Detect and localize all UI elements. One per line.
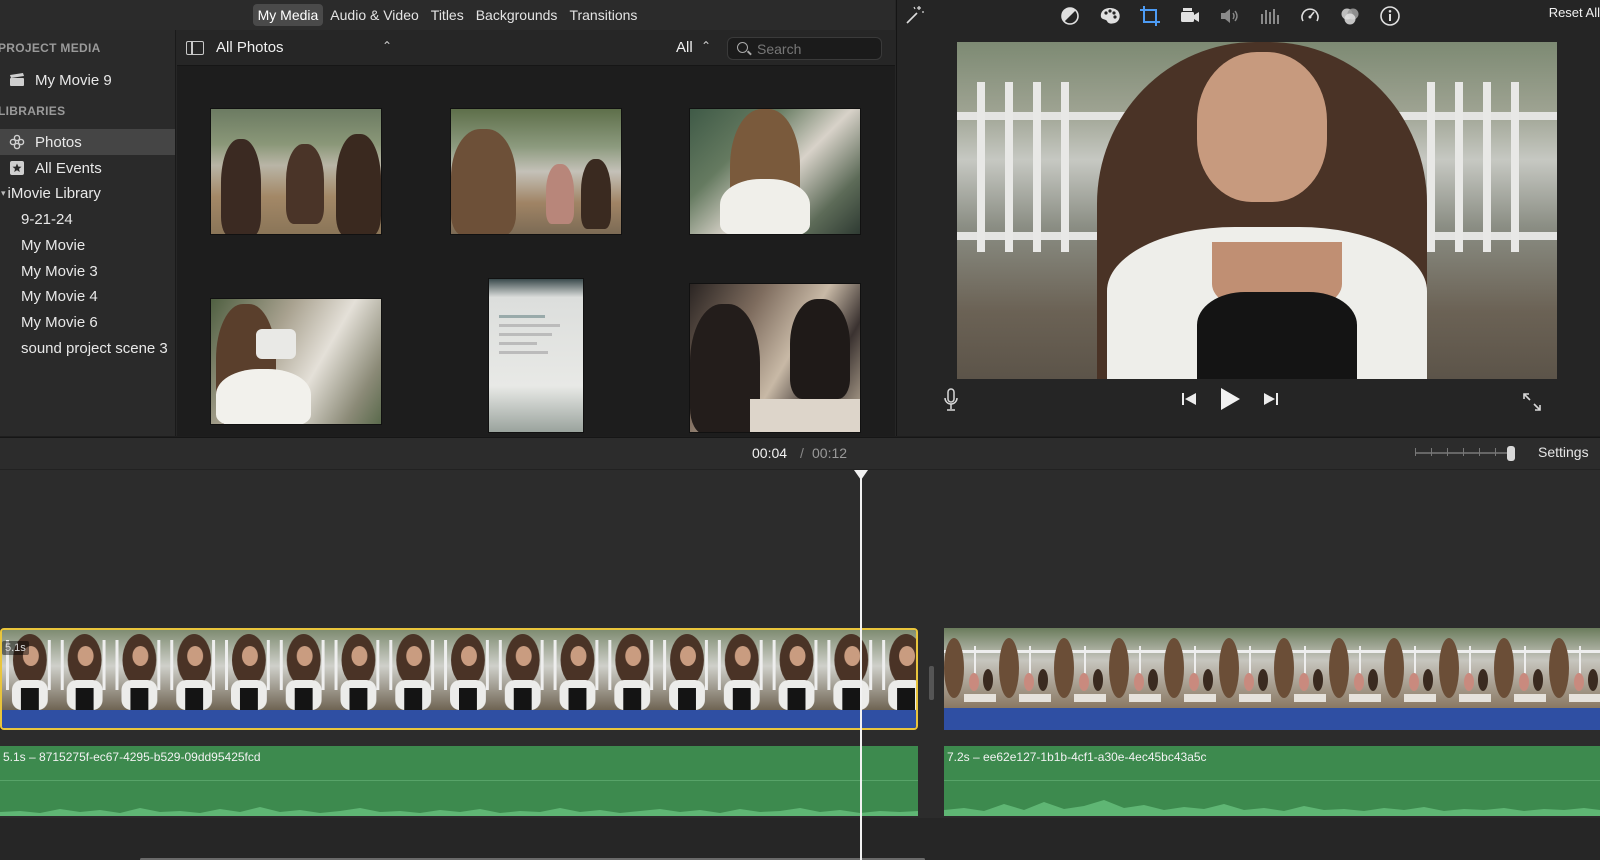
color-correction-icon[interactable]	[1097, 4, 1123, 28]
sidebar-item-photos[interactable]: Photos	[0, 129, 175, 155]
sidebar-item-all-events[interactable]: All Events	[0, 155, 175, 181]
volume-icon[interactable]	[1217, 4, 1243, 28]
sidebar-item-event[interactable]: sound project scene 3	[0, 335, 175, 361]
play-icon[interactable]	[1218, 386, 1242, 417]
total-time: 00:12	[812, 445, 848, 461]
current-time: 00:04	[752, 445, 788, 461]
sidebar-item-label: iMovie Library	[7, 184, 101, 202]
tab-my-media[interactable]: My Media	[252, 4, 324, 26]
video-clip-selected[interactable]: 5.1s	[0, 628, 918, 730]
media-browser: All Photos ⌃ All ⌃	[177, 30, 895, 436]
info-icon[interactable]	[1377, 4, 1403, 28]
stabilization-icon[interactable]	[1177, 4, 1203, 28]
video-clip[interactable]	[944, 628, 1600, 730]
sidebar-item-event[interactable]: My Movie	[0, 232, 175, 258]
album-select[interactable]: All Photos	[216, 39, 396, 59]
clip-audio-strip	[2, 710, 916, 728]
clip-filter-icon[interactable]	[1337, 4, 1363, 28]
crop-icon[interactable]	[1137, 4, 1163, 28]
timeline: 00:04 / 00:12 Settings 5.1s 5.1s – 87152…	[0, 437, 1600, 860]
audio-waveform	[944, 800, 1600, 816]
photos-icon	[9, 134, 25, 150]
tab-backgrounds[interactable]: Backgrounds	[471, 4, 563, 26]
libraries-heading: LIBRARIES	[0, 104, 66, 118]
disclosure-triangle-icon[interactable]: ▾	[1, 188, 6, 199]
empty-track-area	[0, 818, 1600, 860]
chevron-updown-icon[interactable]: ⌃	[701, 39, 711, 53]
media-tabs: My Media Audio & Video Titles Background…	[0, 0, 895, 30]
audio-clip-label: 7.2s – ee62e127-1b1b-4cf1-a30e-4ec45bc43…	[947, 750, 1207, 764]
sidebar-item-label: My Movie 9	[35, 71, 112, 89]
star-icon	[9, 160, 25, 176]
sidebar-item-event[interactable]: My Movie 4	[0, 283, 175, 309]
clip-filmstrip	[2, 630, 916, 710]
sidebar-item-library[interactable]: ▾ iMovie Library	[0, 180, 175, 206]
settings-button[interactable]: Settings	[1538, 444, 1589, 460]
project-media-heading: PROJECT MEDIA	[0, 41, 101, 55]
sidebar-item-label: Photos	[35, 133, 82, 151]
photo-thumbnail[interactable]	[689, 283, 861, 433]
tab-transitions[interactable]: Transitions	[564, 4, 642, 26]
audio-clip-label: 5.1s – 8715275f-ec67-4295-b529-09dd95425…	[3, 750, 261, 764]
sidebar-item-project[interactable]: My Movie 9	[0, 67, 175, 93]
tab-titles[interactable]: Titles	[426, 4, 469, 26]
zoom-slider[interactable]	[1415, 446, 1515, 461]
playhead[interactable]	[860, 474, 862, 860]
timecode: 00:04 / 00:12	[0, 438, 1600, 468]
viewer: Reset All	[896, 0, 1600, 436]
sidebar-toggle-icon[interactable]	[186, 41, 204, 55]
clapper-icon	[9, 72, 25, 88]
clip-gap-handle[interactable]	[929, 666, 934, 700]
sidebar-item-event[interactable]: 9-21-24	[0, 206, 175, 232]
filter-select[interactable]: All	[676, 39, 693, 56]
libraries-sidebar: PROJECT MEDIA My Movie 9 LIBRARIES Photo…	[0, 30, 176, 436]
microphone-icon[interactable]	[942, 388, 960, 412]
time-separator: /	[800, 445, 804, 461]
sidebar-item-label: All Events	[35, 159, 102, 177]
browser-toolbar: All Photos ⌃ All ⌃	[177, 30, 895, 66]
top-area: My Media Audio & Video Titles Background…	[0, 0, 1600, 436]
playback-controls	[1180, 386, 1280, 417]
sidebar-item-event[interactable]: My Movie 3	[0, 258, 175, 284]
tab-audio-video[interactable]: Audio & Video	[325, 4, 423, 26]
noise-reduction-icon[interactable]	[1257, 4, 1283, 28]
photo-thumbnail[interactable]	[689, 108, 861, 235]
speed-icon[interactable]	[1297, 4, 1323, 28]
search-icon	[737, 42, 748, 53]
magic-wand-icon[interactable]	[903, 4, 925, 26]
clip-filmstrip	[944, 628, 1600, 708]
adjustments-bar	[1057, 4, 1403, 28]
photo-thumbnail[interactable]	[210, 108, 382, 235]
reset-all-button[interactable]: Reset All	[1549, 5, 1600, 20]
audio-waveform	[0, 807, 918, 816]
clip-duration-badge: 5.1s	[2, 641, 29, 655]
skip-forward-icon[interactable]	[1262, 390, 1280, 413]
audio-clip[interactable]: 5.1s – 8715275f-ec67-4295-b529-09dd95425…	[0, 746, 918, 816]
photo-thumbnail[interactable]	[450, 108, 622, 235]
zoom-slider-thumb[interactable]	[1507, 446, 1515, 461]
search-box[interactable]	[727, 37, 882, 60]
photo-thumbnail[interactable]	[210, 298, 382, 425]
chevron-updown-icon[interactable]: ⌃	[382, 39, 392, 53]
audio-clip[interactable]: 7.2s – ee62e127-1b1b-4cf1-a30e-4ec45bc43…	[944, 746, 1600, 816]
clip-audio-strip	[944, 708, 1600, 730]
video-preview	[957, 42, 1557, 379]
skip-back-icon[interactable]	[1180, 390, 1198, 413]
fullscreen-icon[interactable]	[1522, 392, 1542, 412]
search-input[interactable]	[757, 39, 877, 58]
sidebar-item-event[interactable]: My Movie 6	[0, 309, 175, 335]
photo-thumbnail[interactable]	[488, 278, 584, 433]
color-balance-icon[interactable]	[1057, 4, 1083, 28]
